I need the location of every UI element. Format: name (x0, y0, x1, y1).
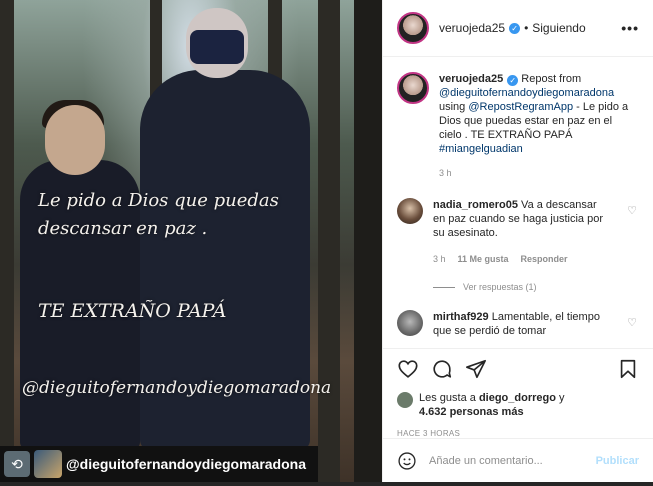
avatar[interactable] (397, 72, 429, 104)
caption: veruojeda25 ✓ Repost from @dieguitofernan… (397, 72, 637, 180)
comment-username[interactable]: nadia_romero05 (433, 199, 518, 211)
tree-trunk (318, 0, 340, 482)
verified-icon: ✓ (507, 75, 519, 86)
overlay-line-3: TE EXTRAÑO PAPÁ (38, 300, 227, 322)
repost-avatar (34, 450, 62, 478)
more-options-icon[interactable]: ••• (621, 20, 639, 36)
mention-link[interactable]: @RepostRegramApp (468, 101, 573, 113)
hashtag-link[interactable]: #miangelguadian (439, 143, 523, 155)
likes-count[interactable]: 4.632 personas más (419, 406, 524, 418)
verified-icon: ✓ (509, 22, 521, 34)
likes-summary: Les gusta a diego_dorrego y 4.632 person… (397, 391, 639, 419)
comment-item: nadia_romero05 Va a descansar en paz cua… (397, 198, 637, 266)
comment-icon[interactable] (431, 358, 453, 380)
caption-text: Repost from (521, 73, 582, 85)
publish-button[interactable]: Publicar (596, 455, 639, 467)
comment-input[interactable] (429, 454, 584, 467)
repost-handle: @dieguitofernandoydiegomaradona (66, 456, 307, 472)
post-photo[interactable]: Le pido a Dios que puedas descansar en p… (0, 0, 382, 482)
like-comment-icon[interactable]: ♡ (627, 316, 637, 329)
comment-item: mirthaf929 Lamentable, el tiempo que se … (397, 310, 637, 338)
replies-divider (433, 286, 455, 288)
comment-username[interactable]: mirthaf929 (433, 311, 489, 323)
mention-link[interactable]: @dieguitofernandoydiegomaradona (439, 87, 614, 99)
likes-prefix: Les gusta a (419, 392, 476, 404)
post-modal: Le pido a Dios que puedas descansar en p… (0, 0, 653, 482)
avatar[interactable] (397, 12, 429, 44)
repost-icon: ⟲ (4, 451, 30, 477)
tree-trunk (0, 0, 14, 482)
bookmark-icon[interactable] (617, 358, 639, 380)
view-replies-button[interactable]: Ver respuestas (1) (433, 282, 637, 292)
comment-likes[interactable]: 11 Me gusta (458, 252, 509, 266)
avatar[interactable] (397, 310, 423, 336)
header-username[interactable]: veruojeda25 (439, 21, 505, 35)
reply-button[interactable]: Responder (521, 252, 568, 266)
avatar (397, 392, 413, 408)
caption-username[interactable]: veruojeda25 (439, 73, 503, 85)
comments-list[interactable]: veruojeda25 ✓ Repost from @dieguitofernan… (383, 58, 653, 348)
add-comment-bar: Publicar (383, 438, 653, 482)
header-separator: • (524, 21, 529, 35)
comment-time: 3 h (433, 254, 446, 264)
avatar[interactable] (397, 198, 423, 224)
likes-user[interactable]: diego_dorrego (479, 392, 556, 404)
view-replies-label: Ver respuestas (1) (463, 282, 537, 292)
post-header: veruojeda25 ✓ • Siguiendo ••• (383, 0, 653, 57)
face-mask (190, 30, 244, 64)
tree-trunk (354, 0, 382, 482)
likes-middle: y (559, 392, 565, 404)
overlay-line-2: descansar en paz . (38, 218, 208, 239)
repost-strip: ⟲ @dieguitofernandoydiegomaradona (0, 446, 318, 482)
post-sidebar: veruojeda25 ✓ • Siguiendo ••• veruojeda2… (382, 0, 653, 482)
post-timestamp: HACE 3 HORAS (397, 429, 461, 438)
emoji-icon[interactable] (397, 451, 417, 471)
following-button[interactable]: Siguiendo (532, 21, 585, 35)
overlay-handle: @dieguitofernandoydiegomaradona (22, 378, 332, 398)
caption-text: using (439, 101, 466, 113)
action-bar: Les gusta a diego_dorrego y 4.632 person… (383, 348, 653, 438)
caption-time: 3 h (439, 168, 452, 178)
heart-icon[interactable] (397, 358, 419, 380)
share-icon[interactable] (465, 358, 487, 380)
like-comment-icon[interactable]: ♡ (627, 204, 637, 217)
overlay-line-1: Le pido a Dios que puedas (38, 190, 279, 211)
boy-head (45, 105, 105, 175)
